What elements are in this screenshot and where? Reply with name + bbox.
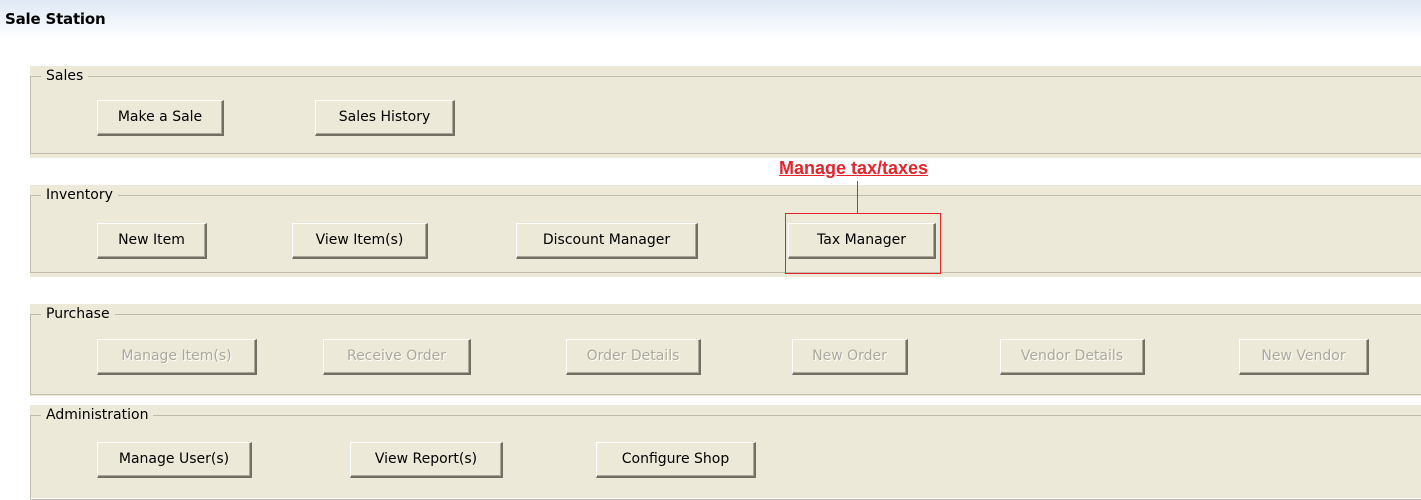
discount-manager-button[interactable]: Discount Manager [516, 223, 698, 259]
sales-group-frame [30, 76, 1421, 154]
new-order-button[interactable]: New Order [792, 339, 908, 375]
purchase-section: Purchase Manage Item(s) Receive Order Or… [30, 304, 1421, 396]
new-vendor-button[interactable]: New Vendor [1239, 339, 1369, 375]
annotation-connector-line [857, 181, 858, 214]
sales-history-button[interactable]: Sales History [315, 100, 455, 136]
configure-shop-button[interactable]: Configure Shop [596, 442, 756, 478]
make-a-sale-button[interactable]: Make a Sale [97, 100, 224, 136]
new-item-button[interactable]: New Item [97, 223, 207, 259]
purchase-legend: Purchase [41, 305, 115, 323]
administration-section: Administration Manage User(s) View Repor… [30, 405, 1421, 500]
inventory-group-frame [30, 195, 1421, 273]
inventory-legend: Inventory [41, 186, 118, 204]
receive-order-button[interactable]: Receive Order [323, 339, 471, 375]
view-items-button[interactable]: View Item(s) [292, 223, 428, 259]
inventory-section: Inventory New Item View Item(s) Discount… [30, 185, 1421, 277]
administration-legend: Administration [41, 406, 154, 424]
sales-section: Sales Make a Sale Sales History [30, 66, 1421, 158]
vendor-details-button[interactable]: Vendor Details [1000, 339, 1145, 375]
manage-users-button[interactable]: Manage User(s) [97, 442, 252, 478]
window-title: Sale Station [5, 10, 106, 28]
title-bar: Sale Station [0, 0, 1421, 40]
manage-items-button[interactable]: Manage Item(s) [97, 339, 257, 375]
sales-legend: Sales [41, 67, 89, 85]
view-reports-button[interactable]: View Report(s) [350, 442, 503, 478]
annotation-label: Manage tax/taxes [779, 158, 929, 178]
order-details-button[interactable]: Order Details [566, 339, 701, 375]
annotation-highlight-box [785, 213, 941, 274]
